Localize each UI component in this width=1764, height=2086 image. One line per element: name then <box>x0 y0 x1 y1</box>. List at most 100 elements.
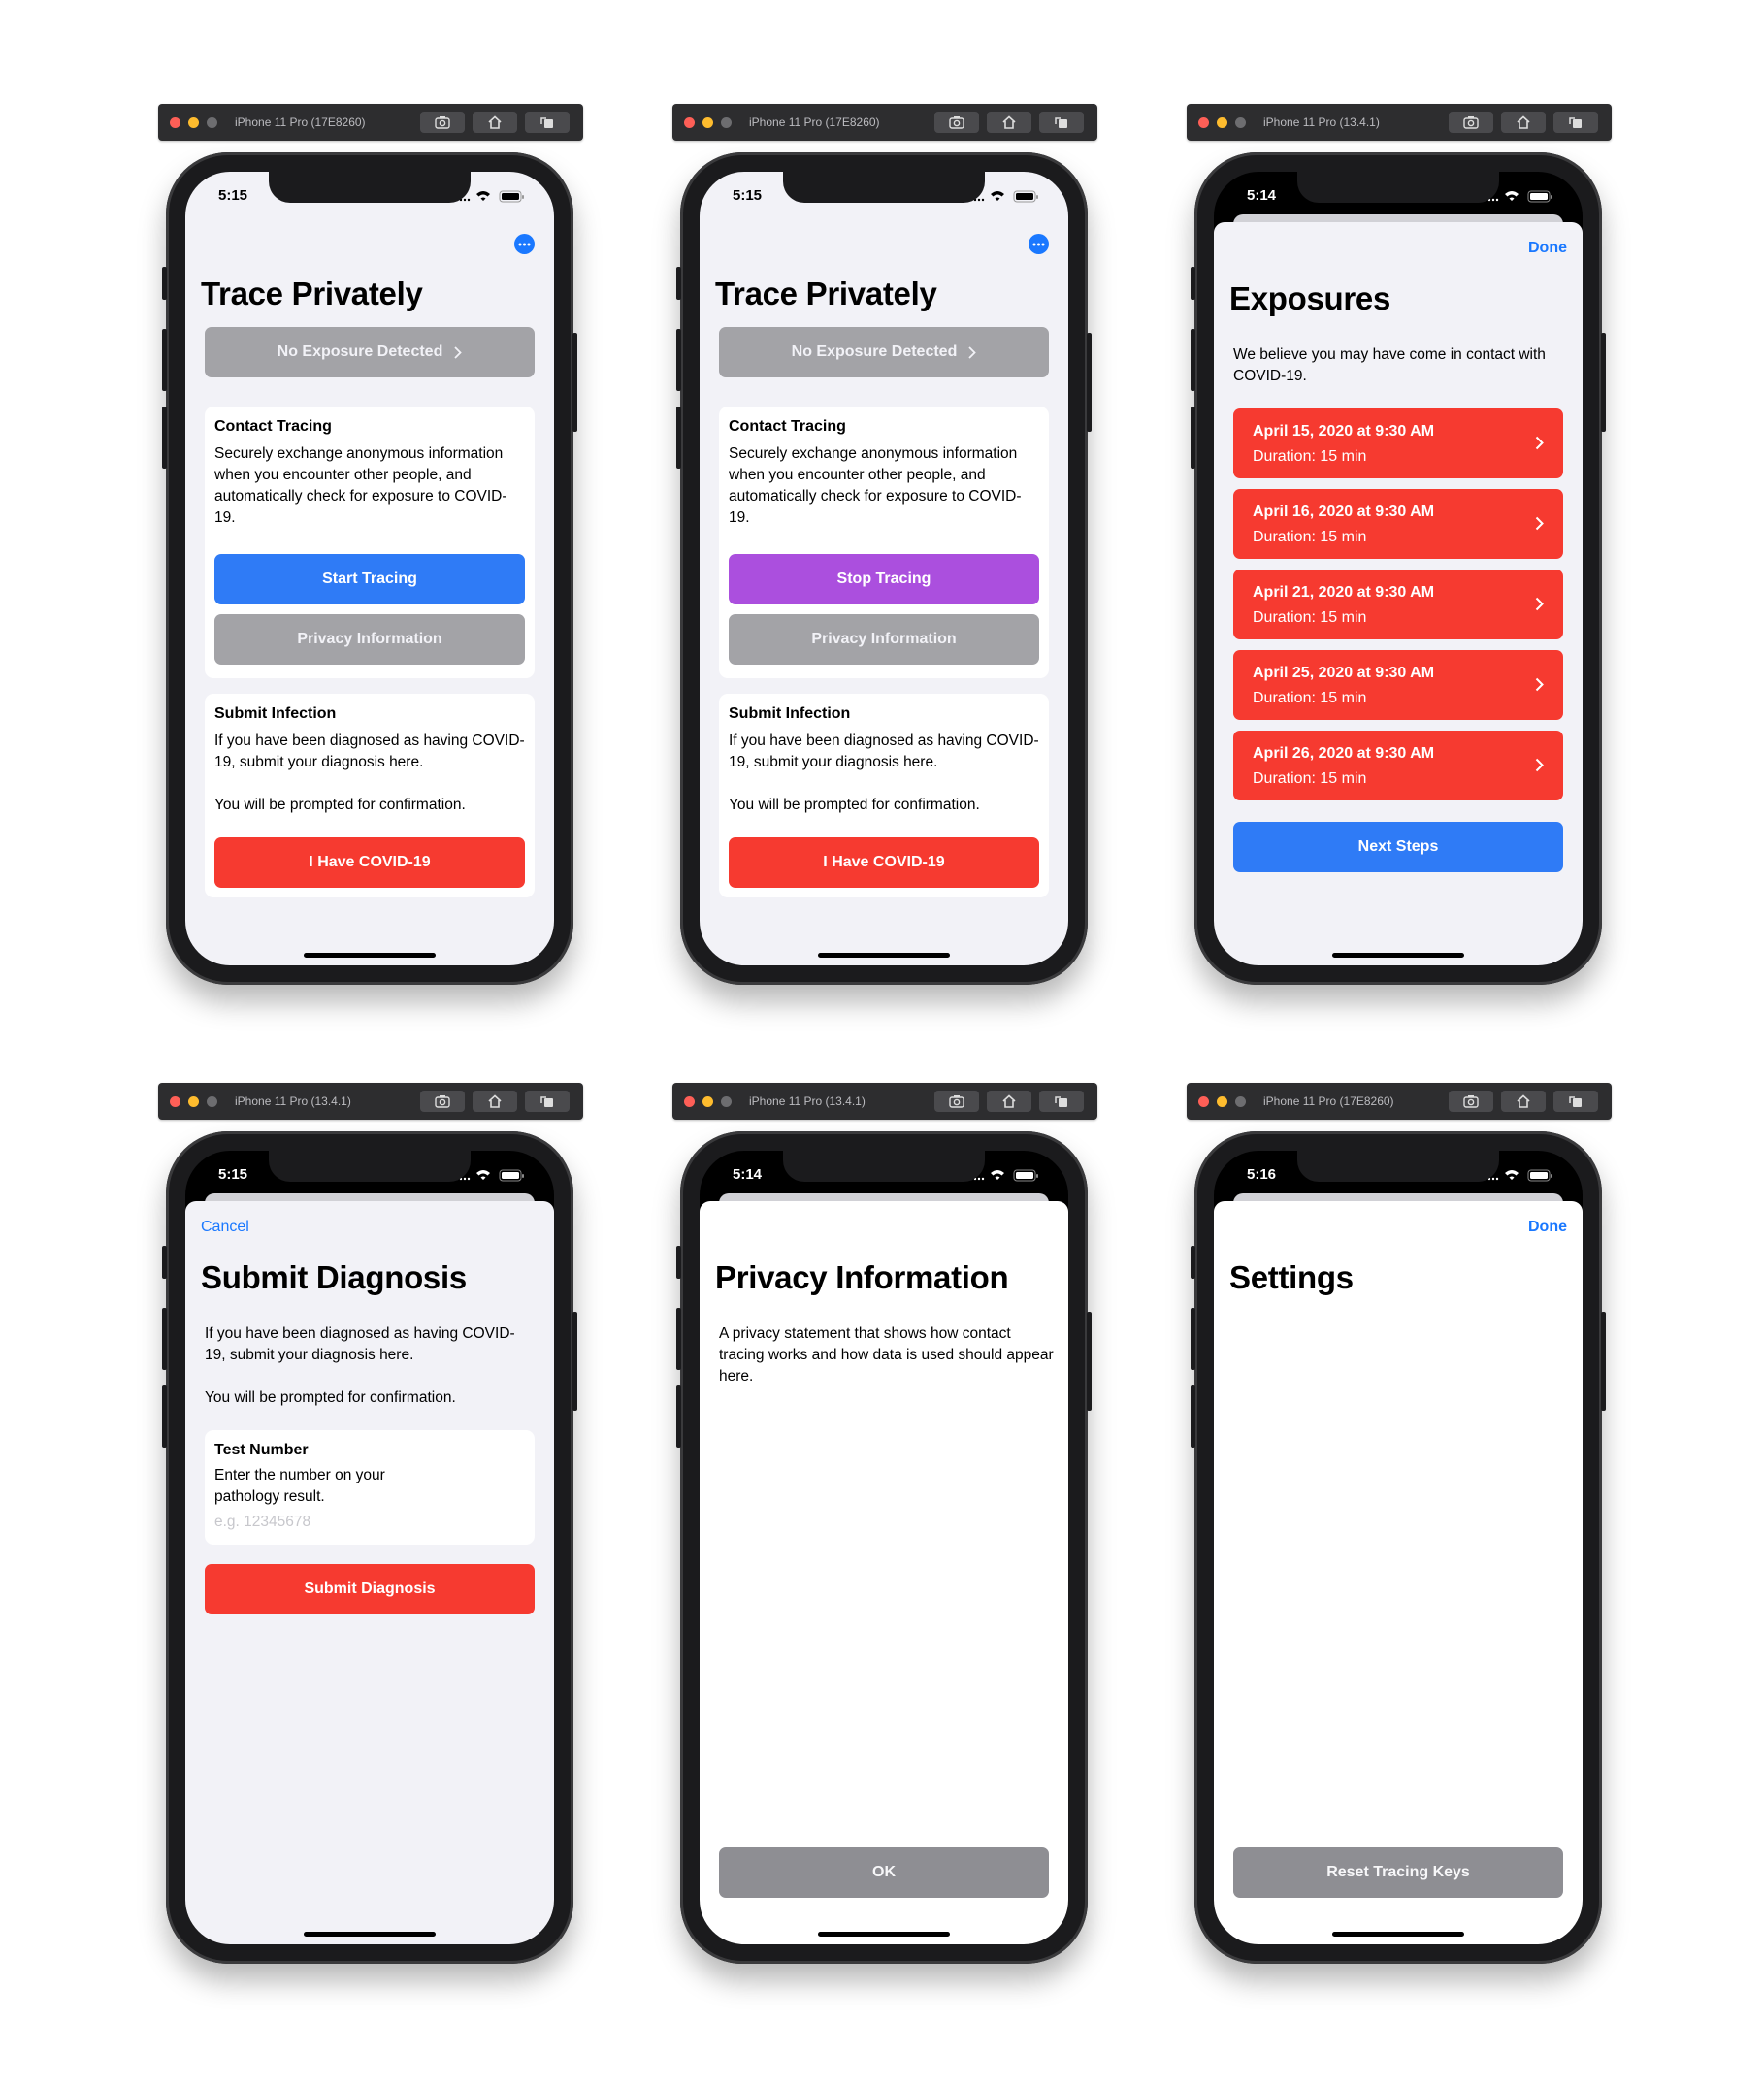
screenshot-button[interactable] <box>1449 112 1493 133</box>
rotate-button[interactable] <box>1039 1091 1084 1112</box>
card-body: Securely exchange anonymous information … <box>729 445 1022 526</box>
simulator-toolbar: iPhone 11 Pro (17E8260) <box>672 104 1097 141</box>
close-window-button[interactable] <box>170 117 180 128</box>
card-note: You will be prompted for confirmation. <box>729 797 980 813</box>
zoom-window-button[interactable] <box>207 117 217 128</box>
more-options-button[interactable] <box>1029 234 1049 254</box>
zoom-window-button[interactable] <box>721 1096 732 1107</box>
close-window-button[interactable] <box>170 1096 180 1107</box>
chevron-right-icon <box>1535 436 1544 450</box>
stop-tracing-button[interactable]: Stop Tracing <box>729 554 1039 604</box>
simulator-window-4: iPhone 11 Pro (13.4.1) 5:15 Cancel Submi… <box>158 1083 585 1964</box>
camera-icon <box>1463 116 1479 129</box>
ok-button[interactable]: OK <box>719 1847 1049 1898</box>
home-indicator[interactable] <box>304 953 436 958</box>
home-indicator[interactable] <box>1332 953 1464 958</box>
reset-tracing-keys-button[interactable]: Reset Tracing Keys <box>1233 1847 1563 1898</box>
minimize-window-button[interactable] <box>702 117 713 128</box>
exposure-date: April 21, 2020 at 9:30 AM <box>1253 584 1435 601</box>
home-indicator[interactable] <box>818 1932 950 1937</box>
simulator-toolbar: iPhone 11 Pro (17E8260) <box>1187 1083 1612 1120</box>
zoom-window-button[interactable] <box>1235 1096 1246 1107</box>
i-have-covid-button[interactable]: I Have COVID-19 <box>214 837 525 888</box>
home-icon <box>1517 1094 1530 1108</box>
minimize-window-button[interactable] <box>702 1096 713 1107</box>
submit-infection-card: Submit Infection If you have been diagno… <box>719 694 1049 897</box>
screenshot-button[interactable] <box>1449 1091 1493 1112</box>
card-title: Contact Tracing <box>214 418 332 435</box>
iphone-screen: 5:16 Done Settings Reset Tracing Keys <box>1214 1151 1583 1944</box>
submit-diagnosis-sheet: Cancel Submit Diagnosis If you have been… <box>185 1201 554 1944</box>
home-button[interactable] <box>473 1091 517 1112</box>
screenshot-button[interactable] <box>420 112 465 133</box>
screenshot-button[interactable] <box>934 1091 979 1112</box>
contact-tracing-card: Contact Tracing Securely exchange anonym… <box>205 407 535 678</box>
iphone-frame: 5:15 Trace Privately No Exposure Detecte… <box>676 152 1092 985</box>
home-button[interactable] <box>1501 1091 1546 1112</box>
home-button[interactable] <box>987 1091 1031 1112</box>
zoom-window-button[interactable] <box>207 1096 217 1107</box>
screenshot-grid: iPhone 11 Pro (17E8260) 5:15 Trace Priva… <box>0 0 1764 2086</box>
rotate-icon <box>1569 1096 1582 1107</box>
minimize-window-button[interactable] <box>188 1096 199 1107</box>
rotate-button[interactable] <box>525 112 570 133</box>
test-number-input[interactable]: e.g. 12345678 <box>214 1514 310 1531</box>
card-title: Submit Infection <box>729 705 851 722</box>
exposure-status-button[interactable]: No Exposure Detected <box>205 327 535 377</box>
home-button[interactable] <box>987 112 1031 133</box>
privacy-information-button[interactable]: Privacy Information <box>729 614 1039 665</box>
simulator-window-2: iPhone 11 Pro (17E8260) 5:15 Trace Priva… <box>672 104 1099 985</box>
rotate-button[interactable] <box>1039 112 1084 133</box>
next-steps-button[interactable]: Next Steps <box>1233 822 1563 872</box>
iphone-frame: 5:15 Cancel Submit Diagnosis If you have… <box>162 1131 577 1964</box>
close-window-button[interactable] <box>1198 117 1209 128</box>
minimize-window-button[interactable] <box>1217 117 1227 128</box>
chevron-right-icon <box>1535 758 1544 772</box>
rotate-button[interactable] <box>525 1091 570 1112</box>
privacy-information-button[interactable]: Privacy Information <box>214 614 525 665</box>
iphone-screen: 5:14 Done Exposures We believe you may h… <box>1214 172 1583 965</box>
simulator-title: iPhone 11 Pro (13.4.1) <box>749 1094 866 1108</box>
iphone-screen: 5:15 Trace Privately No Exposure Detecte… <box>700 172 1068 965</box>
exposure-row[interactable]: April 16, 2020 at 9:30 AM Duration: 15 m… <box>1233 489 1563 559</box>
exposure-status-button[interactable]: No Exposure Detected <box>719 327 1049 377</box>
close-window-button[interactable] <box>684 117 695 128</box>
close-window-button[interactable] <box>1198 1096 1209 1107</box>
exposure-row[interactable]: April 21, 2020 at 9:30 AM Duration: 15 m… <box>1233 570 1563 639</box>
minimize-window-button[interactable] <box>1217 1096 1227 1107</box>
zoom-window-button[interactable] <box>1235 117 1246 128</box>
zoom-window-button[interactable] <box>721 117 732 128</box>
page-title: Exposures <box>1229 280 1391 316</box>
exposures-intro: We believe you may have come in contact … <box>1233 346 1546 384</box>
home-indicator[interactable] <box>818 953 950 958</box>
close-window-button[interactable] <box>684 1096 695 1107</box>
rotate-icon <box>1055 117 1067 128</box>
home-button[interactable] <box>473 112 517 133</box>
submit-infection-card: Submit Infection If you have been diagno… <box>205 694 535 897</box>
card-note: You will be prompted for confirmation. <box>214 797 466 813</box>
home-button[interactable] <box>1501 112 1546 133</box>
iphone-frame: 5:14 Privacy Information A privacy state… <box>676 1131 1092 1964</box>
exposure-row[interactable]: April 25, 2020 at 9:30 AM Duration: 15 m… <box>1233 650 1563 720</box>
cancel-button[interactable]: Cancel <box>201 1219 249 1236</box>
home-indicator[interactable] <box>1332 1932 1464 1937</box>
simulator-toolbar: iPhone 11 Pro (13.4.1) <box>672 1083 1097 1120</box>
start-tracing-button[interactable]: Start Tracing <box>214 554 525 604</box>
screenshot-button[interactable] <box>934 112 979 133</box>
rotate-button[interactable] <box>1553 112 1598 133</box>
i-have-covid-button[interactable]: I Have COVID-19 <box>729 837 1039 888</box>
home-icon <box>1517 115 1530 129</box>
field-title: Test Number <box>214 1442 309 1458</box>
done-button[interactable]: Done <box>1528 1219 1567 1236</box>
chevron-right-icon <box>1535 677 1544 692</box>
submit-diagnosis-button[interactable]: Submit Diagnosis <box>205 1564 535 1614</box>
screenshot-button[interactable] <box>420 1091 465 1112</box>
done-button[interactable]: Done <box>1528 240 1567 257</box>
rotate-button[interactable] <box>1553 1091 1598 1112</box>
more-options-button[interactable] <box>514 234 535 254</box>
minimize-window-button[interactable] <box>188 117 199 128</box>
exposure-row[interactable]: April 26, 2020 at 9:30 AM Duration: 15 m… <box>1233 731 1563 800</box>
home-indicator[interactable] <box>304 1932 436 1937</box>
exposure-row[interactable]: April 15, 2020 at 9:30 AM Duration: 15 m… <box>1233 408 1563 478</box>
exposures-sheet: Done Exposures We believe you may have c… <box>1214 222 1583 965</box>
